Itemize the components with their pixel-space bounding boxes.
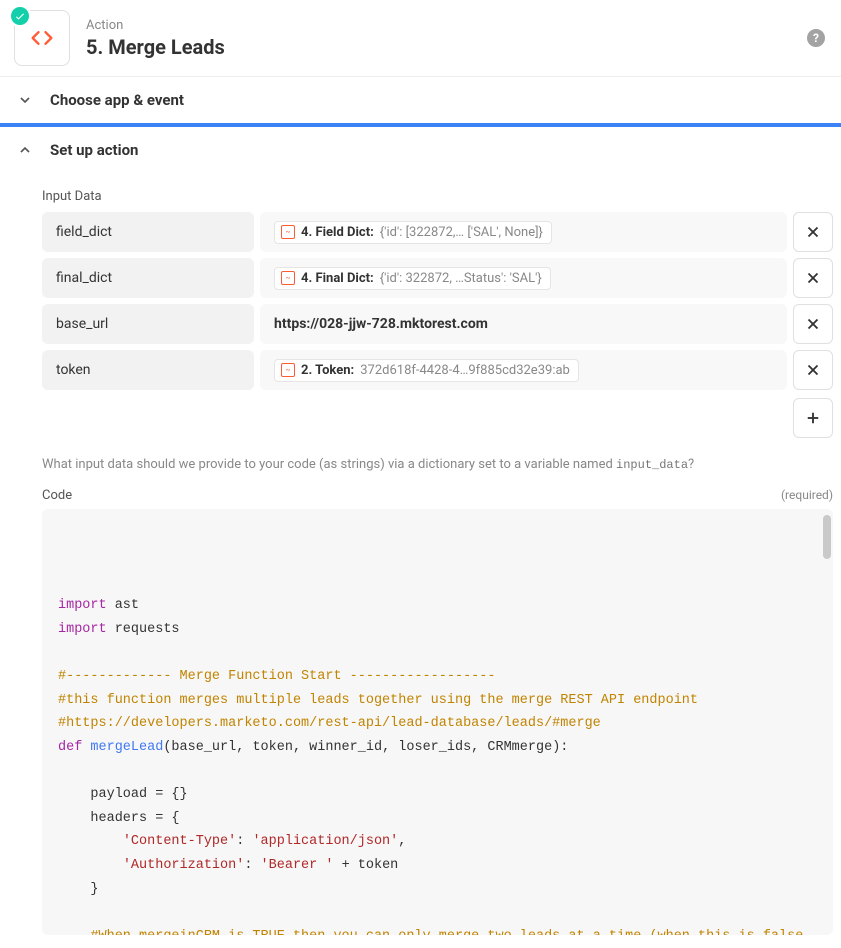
mapped-value-pill[interactable]: ~2. Token: 372d618f-4428-4…9f885cd32e39:… [274, 359, 579, 382]
help-icon[interactable]: ? [807, 29, 825, 47]
remove-field-button[interactable] [793, 304, 833, 344]
section-setup-label: Set up action [50, 141, 138, 159]
section-choose-label: Choose app & event [50, 91, 184, 109]
code-required-label: (required) [781, 488, 833, 503]
field-value-input[interactable]: ~2. Token: 372d618f-4428-4…9f885cd32e39:… [260, 350, 787, 390]
remove-field-button[interactable] [793, 258, 833, 298]
code-label: Code [42, 488, 72, 503]
scrollbar-thumb[interactable] [823, 515, 831, 559]
input-data-hint: What input data should we provide to you… [42, 456, 833, 474]
step-type-label: Action [86, 18, 807, 33]
section-setup-action[interactable]: Set up action [0, 125, 841, 173]
input-field-row: base_urlhttps://028-jjw-728.mktorest.com [42, 304, 833, 344]
app-icon-wrap [14, 10, 70, 66]
field-key-input[interactable]: final_dict [42, 258, 254, 298]
field-value-input[interactable]: ~4. Field Dict: {'id': [322872,… ['SAL',… [260, 212, 787, 252]
field-key-input[interactable]: base_url [42, 304, 254, 344]
field-value-input[interactable]: ~4. Final Dict: {'id': 322872, …Status':… [260, 258, 787, 298]
input-data-label: Input Data [42, 189, 833, 204]
field-value-input[interactable]: https://028-jjw-728.mktorest.com [260, 304, 787, 344]
chevron-down-icon [16, 91, 34, 109]
input-field-row: token ~2. Token: 372d618f-4428-4…9f885cd3… [42, 350, 833, 390]
remove-field-button[interactable] [793, 212, 833, 252]
status-check-icon [9, 5, 31, 27]
step-ref-icon: ~ [281, 271, 295, 285]
section-choose-app[interactable]: Choose app & event [0, 76, 841, 125]
chevron-up-icon [16, 141, 34, 159]
add-field-button[interactable] [793, 398, 833, 438]
field-key-input[interactable]: token [42, 350, 254, 390]
mapped-value-pill[interactable]: ~4. Final Dict: {'id': 322872, …Status':… [274, 267, 551, 290]
code-editor[interactable]: import ast import requests #------------… [42, 509, 833, 935]
step-ref-icon: ~ [281, 363, 295, 377]
step-header: Action 5. Merge Leads ? [0, 0, 841, 76]
setup-body: Input Data field_dict ~4. Field Dict: {'i… [0, 173, 841, 935]
input-field-row: final_dict ~4. Final Dict: {'id': 322872,… [42, 258, 833, 298]
step-title: 5. Merge Leads [86, 35, 807, 59]
step-ref-icon: ~ [281, 225, 295, 239]
field-key-input[interactable]: field_dict [42, 212, 254, 252]
input-field-row: field_dict ~4. Field Dict: {'id': [322872… [42, 212, 833, 252]
remove-field-button[interactable] [793, 350, 833, 390]
mapped-value-pill[interactable]: ~4. Field Dict: {'id': [322872,… ['SAL',… [274, 221, 552, 244]
